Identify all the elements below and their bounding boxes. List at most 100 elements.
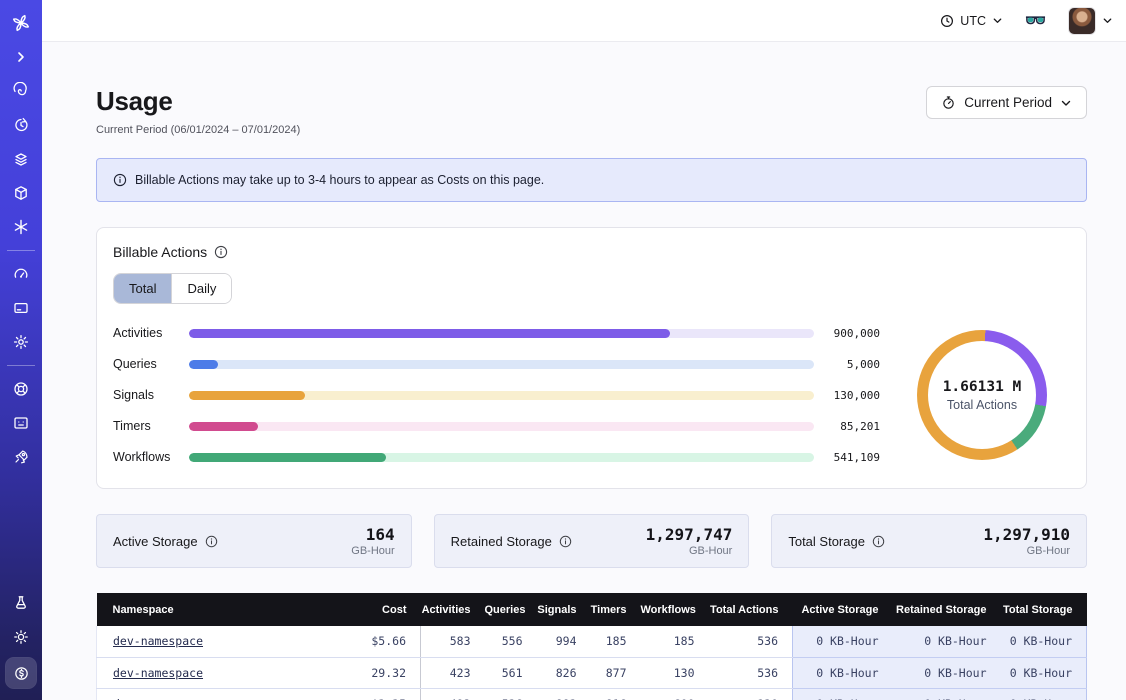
tab-total[interactable]: Total (114, 274, 171, 303)
total-daily-toggle: Total Daily (113, 273, 232, 304)
app-window: UTC Usage Current Period (06/01/2024 – 0… (0, 0, 1126, 700)
period-dropdown-button[interactable]: Current Period (926, 86, 1087, 119)
nexus-asterisk-icon[interactable] (0, 210, 42, 244)
bar-row: Signals 130,000 (113, 388, 880, 402)
bar-fill (189, 422, 258, 431)
rocket-icon[interactable] (0, 440, 42, 474)
main-area: UTC Usage Current Period (06/01/2024 – 0… (42, 0, 1126, 700)
bar-label: Activities (113, 326, 189, 340)
user-menu[interactable] (1068, 7, 1113, 35)
temporal-logo-icon[interactable] (0, 6, 42, 40)
timezone-label: UTC (960, 14, 986, 28)
namespace-table: NamespaceCostActivitiesQueriesSignalsTim… (96, 593, 1087, 700)
bar-fill (189, 360, 218, 369)
namespaces-cube-icon[interactable] (0, 176, 42, 210)
period-button-label: Current Period (964, 95, 1052, 110)
bar-fill (189, 329, 670, 338)
terminal-monitor-icon[interactable] (0, 406, 42, 440)
column-header: Signals (537, 593, 591, 626)
chevron-down-icon (992, 15, 1003, 26)
storage-card: Retained Storage 1,297,747 GB-Hour (434, 514, 750, 568)
bar-track (189, 360, 814, 369)
lab-flask-icon[interactable] (0, 586, 42, 620)
column-header: Total Actions (709, 593, 793, 626)
avatar (1068, 7, 1096, 35)
table-row: dev-namespace$3.354925368838166001300 KB… (97, 688, 1087, 700)
bar-label: Workflows (113, 450, 189, 464)
storage-card-unit: GB-Hour (351, 545, 394, 557)
bar-row: Timers 85,201 (113, 419, 880, 433)
storage-card-value: 1,297,910 (983, 525, 1070, 544)
sidebar (0, 0, 42, 700)
donut-chart: 1.66131 M Total Actions (917, 330, 1047, 460)
bar-row: Queries 5,000 (113, 357, 880, 371)
bar-fill (189, 453, 386, 462)
bar-value: 5,000 (814, 358, 880, 371)
table-body: dev-namespace$5.665835569941851855360 KB… (97, 626, 1087, 700)
sidebar-expand-chevron-right-icon[interactable] (0, 40, 42, 74)
column-header: Retained Storage (893, 593, 1001, 626)
bar-value: 541,109 (814, 451, 880, 464)
schedules-retry-clock-icon[interactable] (0, 108, 42, 142)
settings-gear-icon[interactable] (0, 325, 42, 359)
storage-card: Active Storage 164 GB-Hour (96, 514, 412, 568)
billing-card-icon[interactable] (0, 291, 42, 325)
storage-card-label: Active Storage (113, 534, 198, 549)
page-header: Usage Current Period (06/01/2024 – 07/01… (96, 86, 1087, 136)
info-icon[interactable] (559, 535, 572, 548)
namespace-link[interactable]: dev-namespace (113, 666, 203, 680)
billable-actions-title: Billable Actions (113, 244, 207, 260)
bar-track (189, 329, 814, 338)
support-lifebuoy-icon[interactable] (0, 372, 42, 406)
usage-coin-icon (6, 658, 36, 688)
bar-track (189, 391, 814, 400)
bar-row: Workflows 541,109 (113, 450, 880, 464)
banner-text: Billable Actions may take up to 3-4 hour… (135, 173, 544, 187)
column-header: Total Storage (1001, 593, 1087, 626)
theme-sun-icon[interactable] (0, 620, 42, 654)
layers-stack-icon[interactable] (0, 142, 42, 176)
info-icon[interactable] (205, 535, 218, 548)
storage-card-label: Retained Storage (451, 534, 552, 549)
donut-caption: Total Actions (947, 398, 1017, 412)
info-icon[interactable] (872, 535, 885, 548)
column-header: Activities (421, 593, 485, 626)
storage-card-unit: GB-Hour (983, 545, 1070, 557)
bar-label: Signals (113, 388, 189, 402)
bar-track (189, 453, 814, 462)
table-header-row: NamespaceCostActivitiesQueriesSignalsTim… (97, 593, 1087, 626)
bar-value: 130,000 (814, 389, 880, 402)
usage-gauge-icon[interactable] (0, 257, 42, 291)
sunglasses-icon[interactable] (1025, 14, 1046, 28)
storage-card: Total Storage 1,297,910 GB-Hour (771, 514, 1087, 568)
page-subtitle: Current Period (06/01/2024 – 07/01/2024) (96, 124, 300, 136)
stopwatch-icon (941, 95, 956, 110)
storage-cards: Active Storage 164 GB-Hour Retained Stor… (96, 514, 1087, 568)
column-header: Active Storage (793, 593, 893, 626)
bar-chart: Activities 900,000 Queries 5,000 Signals… (113, 326, 880, 464)
billable-actions-card: Billable Actions Total Daily Activities … (96, 227, 1087, 489)
timezone-selector[interactable]: UTC (940, 14, 1003, 28)
table-row: dev-namespace$5.665835569941851855360 KB… (97, 626, 1087, 657)
clock-icon (940, 14, 954, 28)
table-row: dev-namespace29.324235618268771305360 KB… (97, 657, 1087, 688)
bar-value: 900,000 (814, 327, 880, 340)
storage-card-unit: GB-Hour (646, 545, 733, 557)
tab-daily[interactable]: Daily (171, 274, 231, 303)
column-header: Timers (591, 593, 641, 626)
namespace-link[interactable]: dev-namespace (113, 697, 203, 700)
bar-value: 85,201 (814, 420, 880, 433)
usage-coin-item[interactable] (0, 654, 42, 692)
column-header: Workflows (641, 593, 709, 626)
column-header: Queries (485, 593, 537, 626)
info-icon (113, 173, 127, 187)
info-banner: Billable Actions may take up to 3-4 hour… (96, 158, 1087, 202)
chevron-down-icon (1060, 97, 1072, 109)
sidebar-divider (7, 365, 35, 366)
workflows-spiral-icon[interactable] (0, 74, 42, 108)
storage-card-value: 1,297,747 (646, 525, 733, 544)
bar-label: Timers (113, 419, 189, 433)
storage-card-value: 164 (351, 525, 394, 544)
info-icon[interactable] (214, 245, 228, 259)
namespace-link[interactable]: dev-namespace (113, 634, 203, 648)
